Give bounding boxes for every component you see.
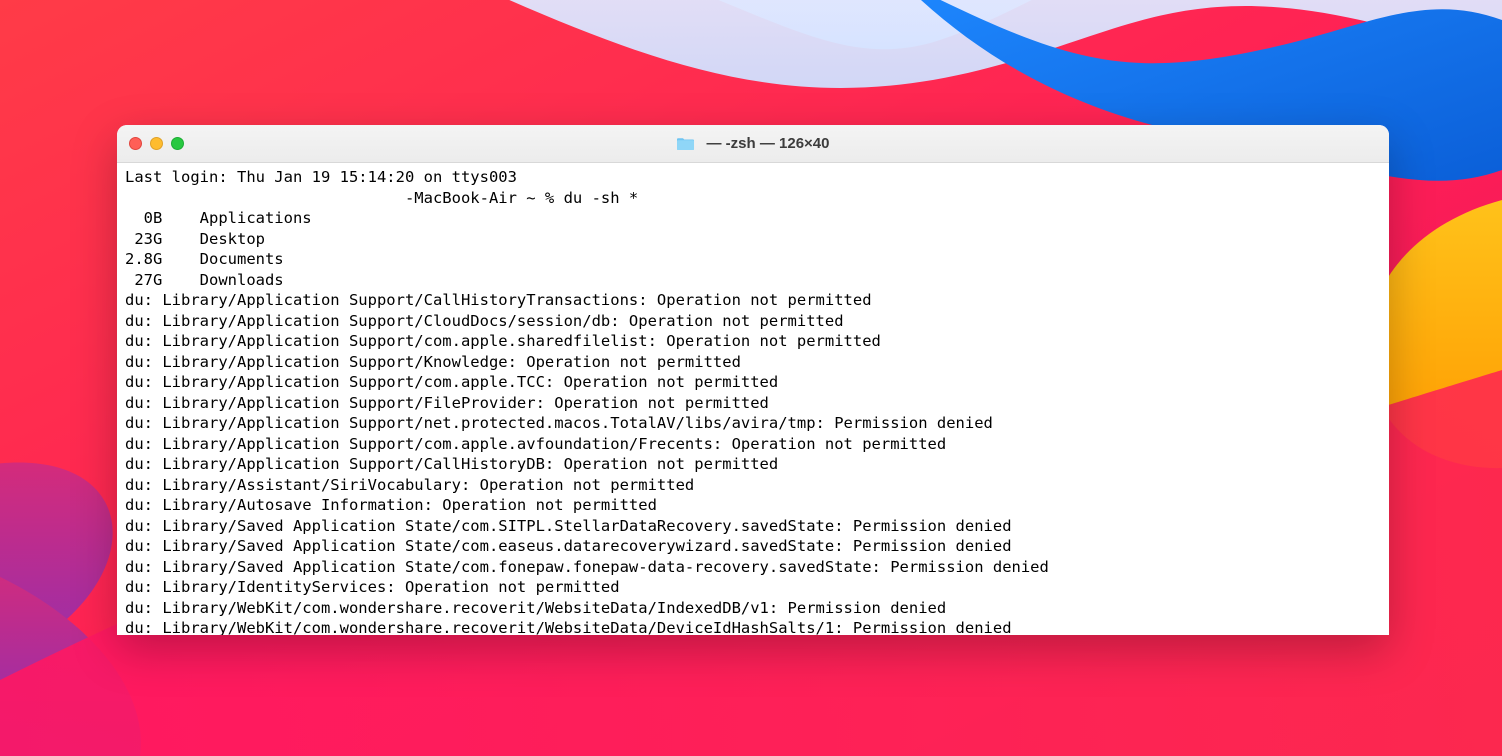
terminal-line: du: Library/Application Support/com.appl… xyxy=(125,372,1381,393)
terminal-line: du: Library/Application Support/FileProv… xyxy=(125,393,1381,414)
title-suffix: — -zsh — 126×40 xyxy=(707,135,830,152)
terminal-line: Last login: Thu Jan 19 15:14:20 on ttys0… xyxy=(125,167,1381,188)
terminal-line: du: Library/Saved Application State/com.… xyxy=(125,536,1381,557)
terminal-line: du: Library/WebKit/com.wondershare.recov… xyxy=(125,598,1381,619)
terminal-line: du: Library/Application Support/CallHist… xyxy=(125,290,1381,311)
terminal-line: du: Library/Application Support/net.prot… xyxy=(125,413,1381,434)
terminal-line: du: Library/Application Support/com.appl… xyxy=(125,434,1381,455)
terminal-line: du: Library/Application Support/Knowledg… xyxy=(125,352,1381,373)
terminal-line: du: Library/Saved Application State/com.… xyxy=(125,516,1381,537)
window-titlebar[interactable]: — -zsh — 126×40 xyxy=(117,125,1389,163)
terminal-line: du: Library/Assistant/SiriVocabulary: Op… xyxy=(125,475,1381,496)
traffic-lights xyxy=(129,137,184,150)
terminal-line: du: Library/WebKit/com.wondershare.recov… xyxy=(125,618,1381,635)
terminal-line: du: Library/Application Support/CallHist… xyxy=(125,454,1381,475)
terminal-line: 2.8G Documents xyxy=(125,249,1381,270)
minimize-button[interactable] xyxy=(150,137,163,150)
terminal-line: 0B Applications xyxy=(125,208,1381,229)
terminal-line: du: Library/Saved Application State/com.… xyxy=(125,557,1381,578)
terminal-output[interactable]: Last login: Thu Jan 19 15:14:20 on ttys0… xyxy=(117,163,1389,635)
maximize-button[interactable] xyxy=(171,137,184,150)
terminal-line: 23G Desktop xyxy=(125,229,1381,250)
terminal-line: du: Library/Application Support/com.appl… xyxy=(125,331,1381,352)
home-folder-icon xyxy=(677,136,695,151)
window-title: — -zsh — 126×40 xyxy=(677,135,830,152)
terminal-line: 27G Downloads xyxy=(125,270,1381,291)
terminal-line: du: Library/IdentityServices: Operation … xyxy=(125,577,1381,598)
terminal-line: du: Library/Autosave Information: Operat… xyxy=(125,495,1381,516)
terminal-window: — -zsh — 126×40 Last login: Thu Jan 19 1… xyxy=(117,125,1389,635)
terminal-line: -MacBook-Air ~ % du -sh * xyxy=(125,188,1381,209)
terminal-line: du: Library/Application Support/CloudDoc… xyxy=(125,311,1381,332)
close-button[interactable] xyxy=(129,137,142,150)
